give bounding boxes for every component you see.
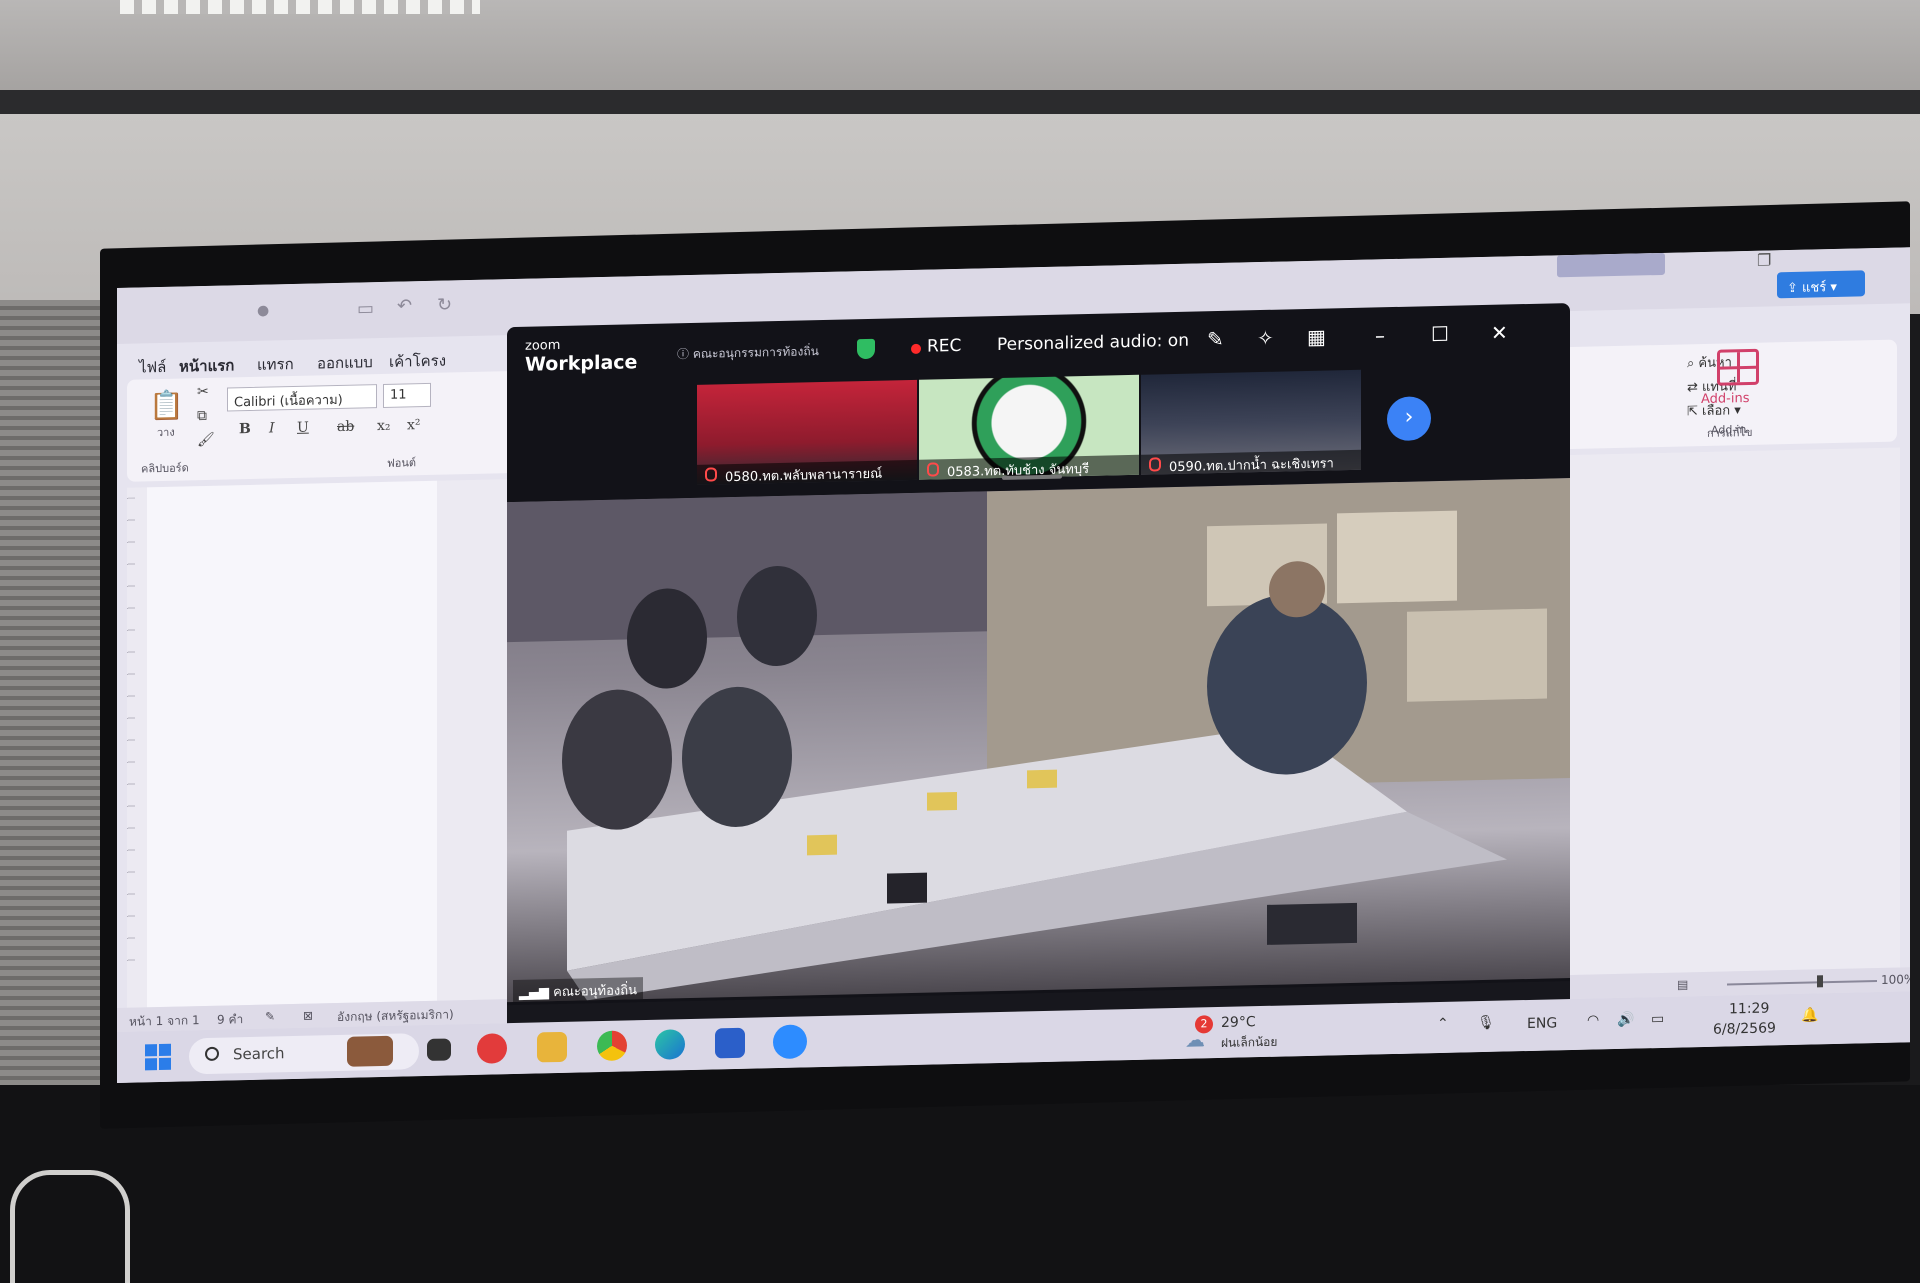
chevron-up-icon[interactable]: ⌃ (1437, 1016, 1449, 1032)
meeting-room-video (507, 478, 1570, 1001)
mic-muted-icon (927, 462, 939, 477)
replace-icon: ⇄ (1687, 380, 1703, 396)
meeting-info[interactable]: ⓘ คณะอนุกรรมการท้องถิ่น (677, 342, 819, 364)
format-painter-icon[interactable]: 🖌 (197, 432, 215, 448)
active-speaker-label: ▂▄▆ คณะอนุท้องถิ่น (513, 977, 644, 1003)
font-size-select[interactable]: 11 (383, 382, 431, 408)
paste-label: วาง (157, 425, 175, 440)
cut-icon[interactable]: ✂ (197, 384, 209, 400)
battery-icon[interactable]: ▭ (1651, 1011, 1664, 1027)
search-icon (205, 1046, 219, 1062)
rec-icon (911, 343, 921, 354)
edge-icon[interactable] (655, 1029, 685, 1060)
file-explorer-icon[interactable] (537, 1031, 567, 1063)
clipboard-group-label: คลิปบอร์ด (141, 461, 189, 476)
addins-button[interactable]: Add-ins (1701, 391, 1749, 407)
zoom-workplace-title: Workplace (525, 351, 638, 376)
undo-icon[interactable]: ↶ (397, 295, 412, 316)
speaker-icon[interactable]: 🔊 (1617, 1012, 1634, 1028)
room-beam (0, 90, 1920, 114)
cursor-icon: ⇱ (1687, 404, 1703, 420)
zoom-logo: zoom (525, 337, 561, 354)
zoom-level[interactable]: 100% (1881, 972, 1910, 987)
subscript-button[interactable]: x₂ (377, 418, 391, 434)
zoom-app-icon[interactable] (773, 1024, 807, 1060)
wifi-icon[interactable]: ◠ (1587, 1012, 1599, 1028)
save-icon[interactable]: ▭ (357, 298, 374, 319)
tab-layout[interactable]: เค้าโครง (389, 349, 446, 374)
share-button[interactable]: ⇪ แชร์ ▾ (1777, 270, 1865, 299)
minimize-icon[interactable]: – (1375, 323, 1385, 347)
main-video[interactable]: ▂▄▆ คณะอนุท้องถิ่น (507, 478, 1570, 1003)
clock-date[interactable]: 6/8/2569 (1713, 1020, 1776, 1037)
sparkle-icon[interactable]: ✧ (1257, 326, 1274, 350)
participant-tile[interactable]: 0590.ทต.ปากน้ำ ฉะเชิงเทรา (1141, 369, 1361, 475)
search-icon: ⌕ (1687, 356, 1699, 372)
tab-insert[interactable]: แทรก (257, 352, 294, 377)
shield-icon[interactable] (857, 338, 875, 360)
autosave-icon[interactable]: ● (257, 303, 269, 319)
zoom-slider-thumb[interactable] (1817, 975, 1823, 988)
windows-start-icon[interactable] (145, 1043, 171, 1071)
vertical-ruler (127, 497, 135, 978)
page-count[interactable]: หน้า 1 จาก 1 (129, 1011, 200, 1032)
powerpoint-icon[interactable] (477, 1033, 507, 1064)
chair (10, 1170, 130, 1283)
word-count[interactable]: 9 คำ (217, 1010, 243, 1030)
copy-icon[interactable]: ⧉ (197, 408, 207, 424)
tab-file[interactable]: ไฟล์ (139, 355, 166, 380)
magic-wand-icon[interactable]: ✎ (1207, 327, 1224, 351)
weather-temp[interactable]: 29°C (1221, 1014, 1256, 1031)
weather-icon[interactable]: ☁ (1185, 1027, 1205, 1051)
info-icon: ⓘ (677, 346, 693, 362)
participant-label: 0580.ทต.พลับพลานารายณ์ (697, 459, 917, 485)
accessibility-icon[interactable]: ⊠ (303, 1009, 313, 1023)
close-icon[interactable]: ✕ (1491, 320, 1508, 344)
mic-muted-icon (705, 467, 717, 482)
participant-tile[interactable]: 0583.ทต.ทับช้าง จันทบุรี (919, 374, 1139, 480)
chrome-icon[interactable] (597, 1030, 627, 1062)
next-page-button[interactable]: › (1387, 396, 1431, 442)
bold-button[interactable]: B (239, 421, 251, 437)
display-screen: ● ▭ ↶ ↻ ❐ ⇪ แชร์ ▾ ไฟล์ หน้าแรก แทรก ออก… (117, 247, 1910, 1083)
mic-icon[interactable]: 🎙 (1477, 1015, 1495, 1031)
focus-icon[interactable]: ▤ (1677, 977, 1688, 991)
mic-muted-icon (1149, 457, 1161, 472)
superscript-button[interactable]: x² (407, 417, 421, 433)
participant-label: 0590.ทต.ปากน้ำ ฉะเชิงเทรา (1141, 449, 1361, 475)
rec-label[interactable]: REC (927, 336, 961, 357)
signin-button[interactable] (1557, 252, 1665, 278)
weather-desc[interactable]: ฝนเล็กน้อย (1221, 1033, 1277, 1053)
proofing-icon[interactable]: ✎ (265, 1009, 275, 1023)
participant-tile[interactable]: 0580.ทต.พลับพลานารายณ์ (697, 379, 917, 485)
addins-icon[interactable] (1717, 348, 1759, 386)
widget-thumbnail-icon[interactable] (347, 1035, 393, 1067)
zoom-slider[interactable] (1727, 980, 1877, 986)
paste-icon[interactable]: 📋 (149, 388, 184, 422)
redo-icon[interactable]: ↻ (437, 294, 452, 315)
chevron-right-icon: › (1404, 404, 1414, 430)
underline-button[interactable]: U (297, 420, 309, 436)
input-language[interactable]: ENG (1527, 1015, 1557, 1032)
addin-group-label: Add-in (1711, 423, 1747, 437)
task-view-icon[interactable] (427, 1038, 451, 1061)
word-icon[interactable] (715, 1027, 745, 1059)
font-name-select[interactable]: Calibri (เนื้อความ) (227, 384, 377, 412)
ceiling-light (120, 0, 480, 14)
document-page[interactable] (147, 480, 437, 1008)
notification-icon[interactable]: 🔔 (1801, 1007, 1818, 1023)
maximize-icon[interactable]: ☐ (1431, 322, 1449, 346)
audio-status[interactable]: Personalized audio: on (997, 331, 1189, 355)
share-icon: ⇪ (1787, 280, 1803, 297)
italic-button[interactable]: I (269, 420, 275, 436)
restore-icon[interactable]: ❐ (1757, 250, 1771, 269)
clock-time[interactable]: 11:29 (1729, 1001, 1769, 1018)
zoom-window: zoom Workplace ⓘ คณะอนุกรรมการท้องถิ่น R… (507, 303, 1570, 1043)
signal-icon: ▂▄▆ (519, 985, 554, 1001)
tab-design[interactable]: ออกแบบ (317, 350, 373, 375)
gallery-view-icon[interactable]: ▦ (1307, 325, 1326, 349)
font-group-label: ฟอนต์ (387, 456, 417, 470)
strikethrough-button[interactable]: ab (337, 419, 354, 435)
